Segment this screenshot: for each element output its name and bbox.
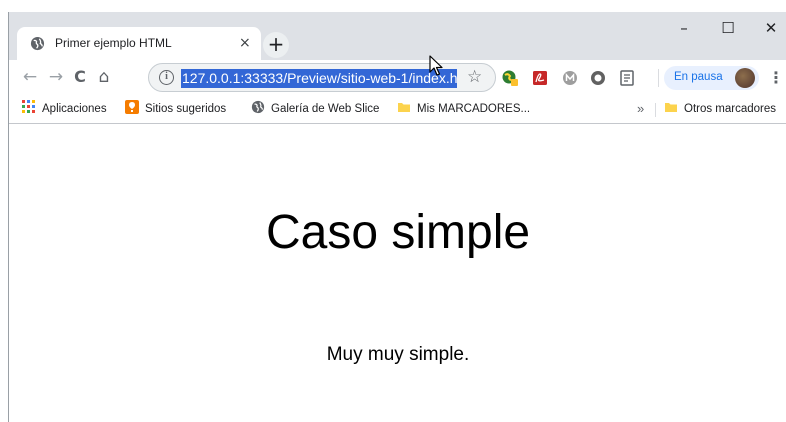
tab-title: Primer ejemplo HTML [55, 36, 172, 50]
circle-extension-icon[interactable] [590, 70, 606, 86]
bookmark-label: Mis MARCADORES... [417, 103, 531, 115]
reader-icon[interactable] [619, 70, 635, 86]
pdf-icon[interactable] [532, 70, 548, 86]
paused-label: En pausa [674, 71, 723, 83]
minimize-button[interactable]: – [664, 16, 704, 40]
mouse-cursor-icon [429, 55, 443, 76]
bookmark-other[interactable]: Otros marcadores [664, 100, 776, 118]
tab-close-icon[interactable]: × [239, 35, 251, 51]
toolbar-divider [658, 69, 659, 87]
profile-paused-button[interactable]: En pausa [664, 66, 759, 90]
bookmark-label: Sitios sugeridos [145, 103, 227, 115]
tab-active[interactable]: Primer ejemplo HTML × [17, 27, 261, 60]
back-button[interactable]: ← [19, 66, 41, 88]
new-tab-button[interactable]: + [263, 32, 289, 58]
toolbar: ← → C ⌂ i 127.0.0.1:33333/Preview/sitio-… [9, 60, 786, 94]
apps-grid-icon [22, 100, 35, 113]
globe-icon [30, 36, 45, 51]
tab-strip: Primer ejemplo HTML × + – ☐ ✕ [9, 12, 786, 60]
info-icon[interactable]: i [159, 70, 174, 85]
folder-icon [665, 103, 677, 112]
home-button[interactable]: ⌂ [93, 66, 115, 88]
close-window-button[interactable]: ✕ [751, 16, 786, 40]
menu-icon[interactable]: ⋮ [768, 68, 784, 87]
more-bookmarks-icon[interactable]: » [637, 100, 644, 118]
page-content: Caso simple Muy muy simple. [9, 125, 786, 422]
bookmark-star-icon[interactable]: ☆ [467, 67, 482, 87]
url-text[interactable]: 127.0.0.1:33333/Preview/sitio-web-1/inde… [181, 69, 457, 88]
bookmark-label: Aplicaciones [42, 103, 107, 115]
bookmarks-divider [655, 103, 656, 117]
forward-button[interactable]: → [45, 66, 67, 88]
avatar [735, 68, 755, 88]
folder-icon [398, 103, 410, 112]
page-heading: Caso simple [265, 206, 531, 259]
browser-window: Primer ejemplo HTML × + – ☐ ✕ ← → C ⌂ i … [8, 12, 786, 422]
suggested-sites-icon [125, 100, 139, 114]
top-cropped-strip [0, 0, 786, 12]
reload-button[interactable]: C [69, 66, 91, 88]
bookmark-suggested-sites[interactable]: Sitios sugeridos [125, 100, 226, 118]
maximize-button[interactable]: ☐ [708, 16, 748, 40]
page-paragraph: Muy muy simple. [326, 344, 470, 365]
bookmark-apps[interactable]: Aplicaciones [22, 100, 107, 118]
bookmarks-bar: Aplicaciones Sitios sugeridos Galería de… [9, 94, 786, 124]
m-extension-icon[interactable] [562, 70, 578, 86]
bookmark-label: Galería de Web Slice [271, 103, 380, 115]
bookmark-folder-mis-marcadores[interactable]: Mis MARCADORES... [397, 100, 530, 118]
globe-extension-icon[interactable] [502, 70, 518, 86]
globe-icon [251, 100, 265, 114]
bookmark-web-slice[interactable]: Galería de Web Slice [251, 100, 379, 118]
bookmark-label: Otros marcadores [684, 103, 777, 115]
